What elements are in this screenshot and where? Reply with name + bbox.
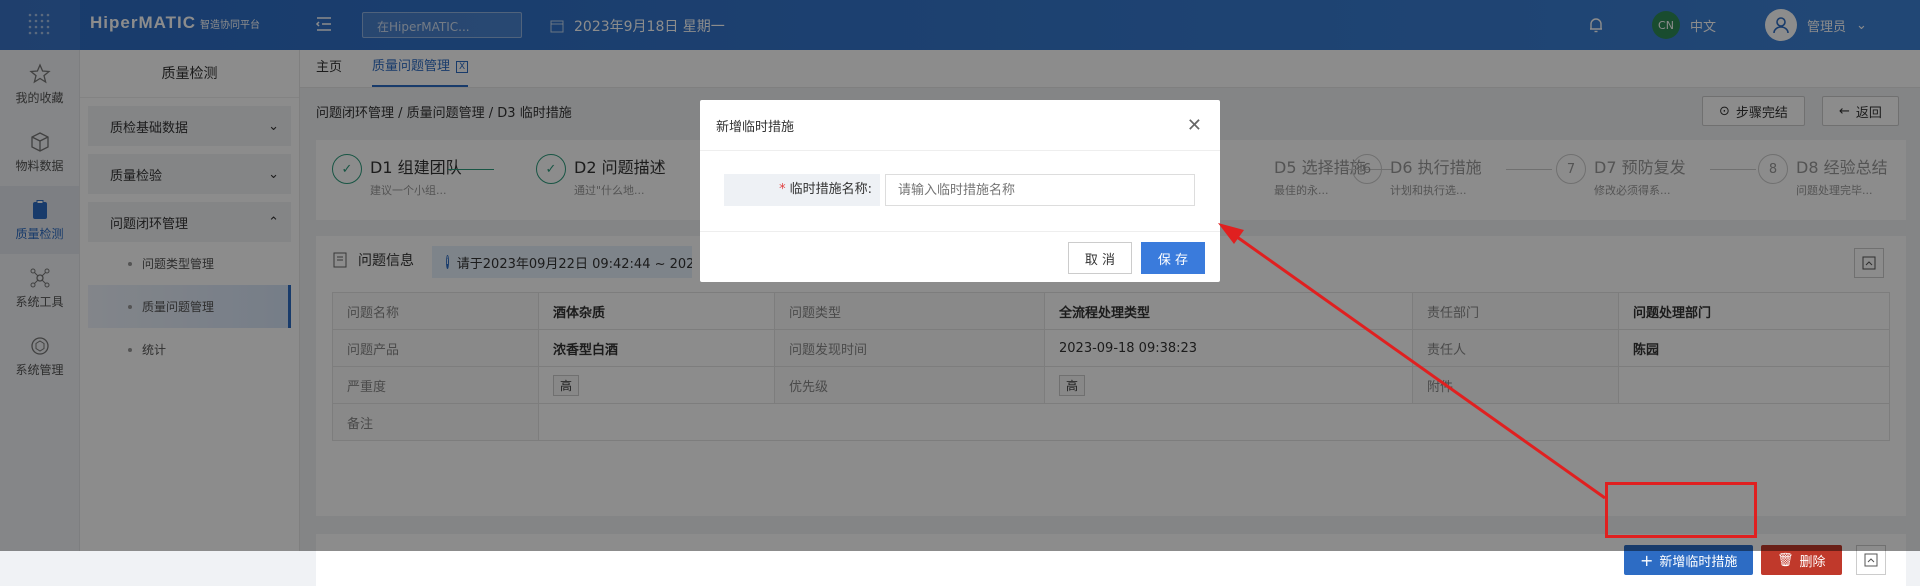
dialog-header: 新增临时措施 ✕ bbox=[700, 100, 1220, 151]
add-temp-measure-dialog: 新增临时措施 ✕ *临时措施名称: 取 消 保 存 bbox=[700, 100, 1220, 282]
plus-icon: + bbox=[1640, 550, 1654, 570]
dialog-body: * 临时措施名称: bbox=[700, 151, 1220, 231]
measure-name-label: * 临时措施名称: bbox=[724, 174, 880, 206]
trash-icon: 🗑 bbox=[1777, 552, 1794, 568]
cancel-button[interactable]: 取 消 bbox=[1068, 242, 1132, 274]
close-icon[interactable]: ✕ bbox=[1187, 115, 1202, 136]
save-button[interactable]: 保 存 bbox=[1141, 242, 1205, 274]
measure-name-input[interactable] bbox=[885, 174, 1195, 206]
dialog-footer: 取 消 保 存 bbox=[700, 231, 1220, 282]
annotation-highlight-box bbox=[1605, 482, 1757, 538]
chevron-up-icon bbox=[1864, 553, 1878, 567]
dialog-title: 新增临时措施 bbox=[716, 119, 795, 135]
